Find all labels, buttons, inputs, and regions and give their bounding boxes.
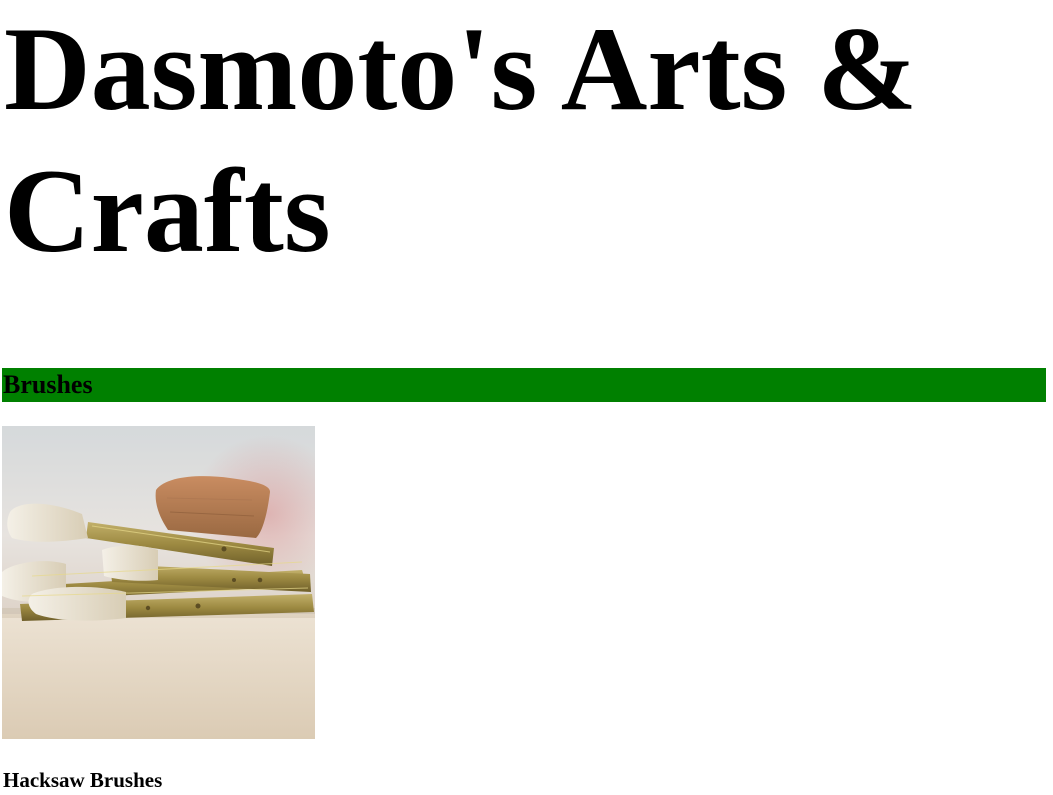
section-heading-brushes: Brushes <box>2 368 1046 402</box>
hacksaw-brushes-image <box>2 426 315 739</box>
page-title: Dasmoto's Arts & Crafts <box>4 2 918 277</box>
product-title: Hacksaw Brushes <box>3 768 163 792</box>
